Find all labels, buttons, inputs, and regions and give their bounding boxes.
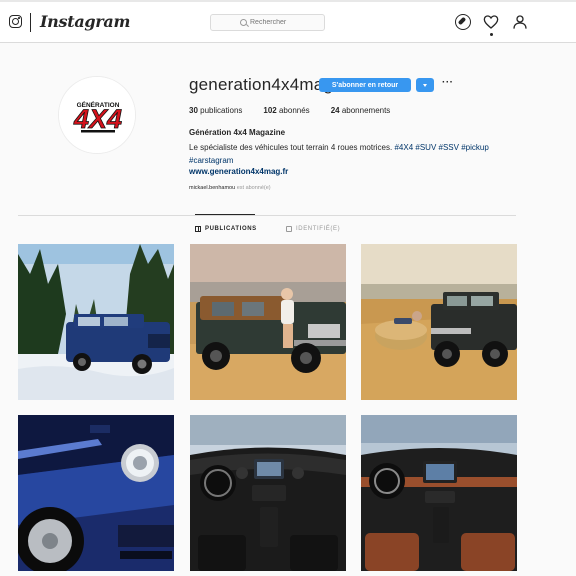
search-input[interactable] [250,19,295,26]
tabs-divider [18,215,516,216]
profile-username: generation4x4mag [189,75,334,94]
post-thumbnail-dashboard[interactable] [190,415,346,571]
tab-label: PUBLICATIONS [205,226,257,232]
followers-label: abonnés [278,106,310,115]
more-options-button[interactable]: ··· [442,77,454,88]
following-count: 24 [330,106,340,115]
profile-bio: Le spécialiste des véhicules tout terrai… [189,141,509,167]
hashtag-link[interactable]: #pickup [461,143,489,152]
logo-divider [30,13,31,32]
instagram-camera-icon[interactable] [9,15,22,28]
hashtag-link[interactable]: #SSV [439,143,459,152]
posts-label: publications [200,106,243,115]
hashtag-link[interactable]: #SUV [415,143,436,152]
tab-label: IDENTIFIÉ(E) [296,226,341,232]
top-navigation-bar: Instagram [0,0,576,43]
heart-icon[interactable] [483,14,499,30]
profile-website-link[interactable]: www.generation4x4mag.fr [189,167,288,176]
avatar-logo-main: 4X4 [73,104,122,134]
post-thumbnail-black-jeep-field[interactable] [361,244,517,400]
followed-by-user-link[interactable]: mickael.benhamou [189,185,235,191]
browser-strip [0,0,576,2]
following-stat[interactable]: 24 abonnements [331,106,391,115]
instagram-wordmark[interactable]: Instagram [40,12,130,31]
profile-stats: 30 publications 102 abonnés 24 abonnemen… [189,106,411,115]
suggestions-dropdown-button[interactable] [416,78,434,92]
follow-back-button[interactable]: S'abonner en retour [319,78,411,92]
post-thumbnail-brown-jeep[interactable] [190,244,346,400]
hashtag-link[interactable]: #carstagram [189,156,233,165]
bio-text: Le spécialiste des véhicules tout terrai… [189,143,393,152]
posts-stat: 30 publications [189,106,242,115]
followers-stat[interactable]: 102 abonnés [263,106,309,115]
post-thumbnail-blue-suv-closeup[interactable] [18,415,174,571]
compass-icon[interactable] [455,14,471,30]
post-thumbnail-leather-interior[interactable] [361,415,517,571]
active-tab-indicator [195,214,255,215]
posts-count: 30 [189,106,198,115]
tab-publications[interactable]: PUBLICATIONS [195,226,257,232]
followed-by-suffix: est abonné(e) [236,185,271,191]
hashtag-link[interactable]: #4X4 [394,143,413,152]
following-label: abonnements [341,106,391,115]
chevron-down-icon [423,83,427,87]
search-box[interactable] [210,14,325,31]
tab-tagged[interactable]: IDENTIFIÉ(E) [286,226,340,232]
tag-icon [286,226,292,232]
profile-avatar[interactable]: GÉNÉRATION 4X4 [58,76,136,154]
profile-full-name: Génération 4x4 Magazine [189,128,286,137]
search-icon [240,19,247,26]
post-thumbnail-snow-suv[interactable] [18,244,174,400]
grid-icon [195,226,201,232]
person-icon[interactable] [512,14,528,30]
followed-by-line: mickael.benhamou est abonné(e) [189,185,271,191]
activity-dot [490,33,493,36]
followers-count: 102 [263,106,277,115]
